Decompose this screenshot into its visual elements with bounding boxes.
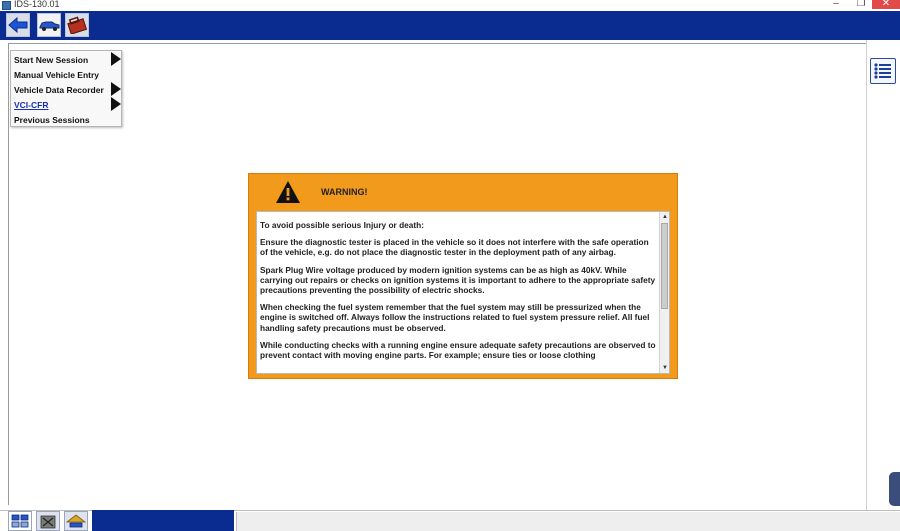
- bottom-blue-panel: [92, 510, 234, 531]
- menu-item-manual-vehicle-entry[interactable]: Manual Vehicle Entry: [14, 70, 99, 80]
- minimize-button[interactable]: –: [822, 0, 850, 9]
- maximize-button[interactable]: ❐: [847, 0, 875, 9]
- toolbox-icon: [67, 16, 87, 34]
- back-arrow-icon: [8, 17, 28, 33]
- scroll-down-arrow-icon[interactable]: ▼: [661, 363, 669, 373]
- menu-item-previous-sessions[interactable]: Previous Sessions: [14, 115, 90, 125]
- session-tab-button[interactable]: [8, 511, 32, 531]
- menu-item-vehicle-data-recorder[interactable]: Vehicle Data Recorder: [14, 85, 104, 95]
- session-icon: [11, 514, 29, 528]
- menu-item-start-new-session[interactable]: Start New Session: [14, 55, 88, 65]
- warning-text: To avoid possible serious Injury or deat…: [260, 220, 658, 367]
- window-title-bar: IDS-130.01 – ❐ ✕: [0, 0, 900, 11]
- warning-triangle-icon: [276, 181, 300, 203]
- warning-message-box: To avoid possible serious Injury or deat…: [256, 211, 670, 374]
- app-icon: [2, 1, 11, 10]
- submenu-arrow-icon[interactable]: [111, 52, 121, 66]
- submenu-arrow-icon[interactable]: [111, 97, 121, 111]
- scrollbar-thumb[interactable]: [661, 223, 668, 309]
- main-toolbar: [0, 11, 900, 40]
- warning-title: WARNING!: [321, 187, 368, 197]
- warning-paragraph: While conducting checks with a running e…: [260, 339, 656, 361]
- warning-paragraph: Spark Plug Wire voltage produced by mode…: [260, 264, 656, 296]
- menu-item-vci-cfr[interactable]: VCI-CFR: [14, 100, 48, 110]
- list-icon: [874, 63, 891, 79]
- warning-paragraph: To avoid possible serious Injury or deat…: [260, 220, 424, 230]
- building-tab-button[interactable]: [36, 511, 60, 531]
- back-button[interactable]: [6, 13, 30, 37]
- toolbox-button[interactable]: [65, 13, 89, 37]
- vehicle-button[interactable]: [37, 13, 61, 37]
- car-garage-icon: [66, 514, 86, 528]
- warning-scrollbar[interactable]: ▲ ▼: [659, 212, 669, 373]
- close-button[interactable]: ✕: [872, 0, 900, 9]
- warning-paragraph: When checking the fuel system remember t…: [260, 302, 650, 333]
- building-icon: [40, 515, 56, 529]
- right-side-panel: [866, 40, 900, 510]
- warning-dialog: WARNING! To avoid possible serious Injur…: [248, 173, 678, 379]
- job-list-button[interactable]: [870, 58, 896, 84]
- status-area: [236, 512, 900, 531]
- side-panel-tab[interactable]: [889, 472, 900, 506]
- car-garage-tab-button[interactable]: [64, 511, 88, 531]
- session-menu: Start New Session Manual Vehicle Entry V…: [10, 50, 122, 127]
- submenu-arrow-icon[interactable]: [111, 82, 121, 96]
- scroll-up-arrow-icon[interactable]: ▲: [661, 212, 669, 222]
- window-title: IDS-130.01: [14, 0, 60, 9]
- warning-paragraph: Ensure the diagnostic tester is placed i…: [260, 237, 649, 258]
- vehicle-icon: [39, 21, 60, 31]
